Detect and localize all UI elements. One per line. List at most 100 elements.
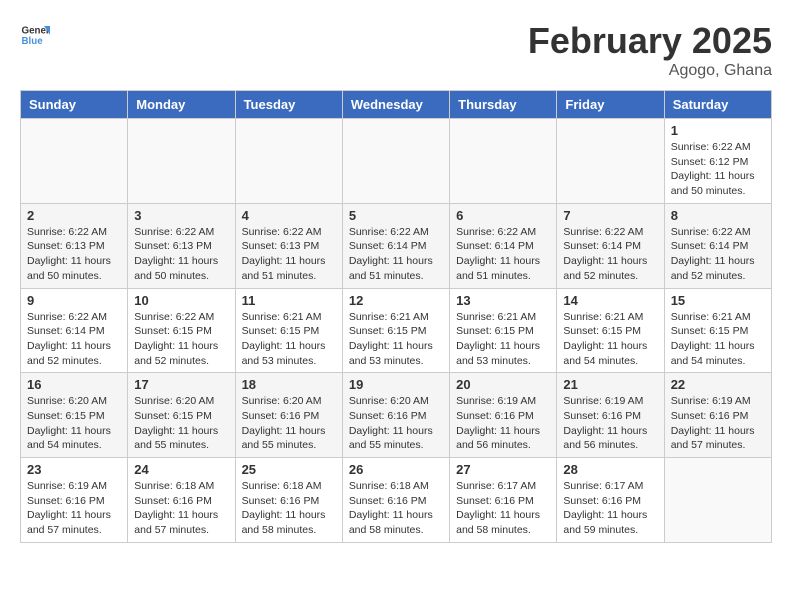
day-info: Sunrise: 6:21 AM Sunset: 6:15 PM Dayligh… bbox=[671, 310, 765, 369]
day-number: 18 bbox=[242, 377, 336, 392]
day-number: 19 bbox=[349, 377, 443, 392]
day-number: 17 bbox=[134, 377, 228, 392]
calendar-cell: 11Sunrise: 6:21 AM Sunset: 6:15 PM Dayli… bbox=[235, 288, 342, 373]
day-number: 8 bbox=[671, 208, 765, 223]
calendar-week-5: 23 Sunrise: 6:19 AM Sunset: 6:16 PM Dayli… bbox=[21, 458, 772, 543]
col-tuesday: Tuesday bbox=[235, 91, 342, 119]
day-number: 14 bbox=[563, 293, 657, 308]
calendar-cell: 1Sunrise: 6:22 AM Sunset: 6:12 PM Daylig… bbox=[664, 119, 771, 204]
col-wednesday: Wednesday bbox=[342, 91, 449, 119]
calendar-week-3: 9 Sunrise: 6:22 AM Sunset: 6:14 PM Daylig… bbox=[21, 288, 772, 373]
calendar-cell: 18Sunrise: 6:20 AM Sunset: 6:16 PM Dayli… bbox=[235, 373, 342, 458]
calendar-cell bbox=[21, 119, 128, 204]
day-info: Sunrise: 6:22 AM Sunset: 6:14 PM Dayligh… bbox=[456, 225, 550, 284]
day-number: 2 bbox=[27, 208, 121, 223]
day-number: 23 bbox=[27, 462, 121, 477]
day-info: Sunrise: 6:18 AM Sunset: 6:16 PM Dayligh… bbox=[349, 479, 443, 538]
day-info: Sunrise: 6:22 AM Sunset: 6:13 PM Dayligh… bbox=[134, 225, 228, 284]
calendar-cell: 12 Sunrise: 6:21 AM Sunset: 6:15 PM Dayli… bbox=[342, 288, 449, 373]
calendar-cell: 21 Sunrise: 6:19 AM Sunset: 6:16 PM Dayli… bbox=[557, 373, 664, 458]
day-info: Sunrise: 6:19 AM Sunset: 6:16 PM Dayligh… bbox=[671, 394, 765, 453]
calendar-week-4: 16 Sunrise: 6:20 AM Sunset: 6:15 PM Dayli… bbox=[21, 373, 772, 458]
calendar-cell bbox=[557, 119, 664, 204]
calendar-cell: 25Sunrise: 6:18 AM Sunset: 6:16 PM Dayli… bbox=[235, 458, 342, 543]
day-info: Sunrise: 6:22 AM Sunset: 6:14 PM Dayligh… bbox=[671, 225, 765, 284]
day-info: Sunrise: 6:17 AM Sunset: 6:16 PM Dayligh… bbox=[563, 479, 657, 538]
calendar-cell: 2 Sunrise: 6:22 AM Sunset: 6:13 PM Daylig… bbox=[21, 203, 128, 288]
calendar-cell: 16 Sunrise: 6:20 AM Sunset: 6:15 PM Dayli… bbox=[21, 373, 128, 458]
day-number: 26 bbox=[349, 462, 443, 477]
month-title: February 2025 bbox=[528, 20, 772, 62]
day-number: 3 bbox=[134, 208, 228, 223]
day-number: 27 bbox=[456, 462, 550, 477]
calendar-cell: 15 Sunrise: 6:21 AM Sunset: 6:15 PM Dayli… bbox=[664, 288, 771, 373]
day-info: Sunrise: 6:22 AM Sunset: 6:14 PM Dayligh… bbox=[27, 310, 121, 369]
day-info: Sunrise: 6:22 AM Sunset: 6:13 PM Dayligh… bbox=[27, 225, 121, 284]
calendar-cell: 7Sunrise: 6:22 AM Sunset: 6:14 PM Daylig… bbox=[557, 203, 664, 288]
calendar-cell: 22 Sunrise: 6:19 AM Sunset: 6:16 PM Dayli… bbox=[664, 373, 771, 458]
calendar-table: Sunday Monday Tuesday Wednesday Thursday… bbox=[20, 90, 772, 543]
calendar-cell: 13 Sunrise: 6:21 AM Sunset: 6:15 PM Dayli… bbox=[450, 288, 557, 373]
day-number: 16 bbox=[27, 377, 121, 392]
calendar-cell: 17 Sunrise: 6:20 AM Sunset: 6:15 PM Dayli… bbox=[128, 373, 235, 458]
title-area: February 2025 Agogo, Ghana bbox=[528, 20, 772, 80]
header-row: Sunday Monday Tuesday Wednesday Thursday… bbox=[21, 91, 772, 119]
calendar-cell: 8 Sunrise: 6:22 AM Sunset: 6:14 PM Daylig… bbox=[664, 203, 771, 288]
day-info: Sunrise: 6:21 AM Sunset: 6:15 PM Dayligh… bbox=[563, 310, 657, 369]
day-number: 13 bbox=[456, 293, 550, 308]
day-info: Sunrise: 6:20 AM Sunset: 6:15 PM Dayligh… bbox=[134, 394, 228, 453]
calendar-cell: 19 Sunrise: 6:20 AM Sunset: 6:16 PM Dayli… bbox=[342, 373, 449, 458]
calendar-cell: 9 Sunrise: 6:22 AM Sunset: 6:14 PM Daylig… bbox=[21, 288, 128, 373]
day-number: 11 bbox=[242, 293, 336, 308]
calendar-cell bbox=[128, 119, 235, 204]
calendar-cell: 27Sunrise: 6:17 AM Sunset: 6:16 PM Dayli… bbox=[450, 458, 557, 543]
col-monday: Monday bbox=[128, 91, 235, 119]
svg-text:Blue: Blue bbox=[22, 36, 44, 47]
calendar-cell: 10Sunrise: 6:22 AM Sunset: 6:15 PM Dayli… bbox=[128, 288, 235, 373]
col-sunday: Sunday bbox=[21, 91, 128, 119]
day-info: Sunrise: 6:19 AM Sunset: 6:16 PM Dayligh… bbox=[563, 394, 657, 453]
day-info: Sunrise: 6:20 AM Sunset: 6:15 PM Dayligh… bbox=[27, 394, 121, 453]
location-subtitle: Agogo, Ghana bbox=[528, 62, 772, 80]
day-number: 1 bbox=[671, 123, 765, 138]
calendar-cell: 3 Sunrise: 6:22 AM Sunset: 6:13 PM Daylig… bbox=[128, 203, 235, 288]
calendar-cell bbox=[664, 458, 771, 543]
calendar-cell: 5 Sunrise: 6:22 AM Sunset: 6:14 PM Daylig… bbox=[342, 203, 449, 288]
calendar-cell bbox=[450, 119, 557, 204]
day-number: 9 bbox=[27, 293, 121, 308]
day-info: Sunrise: 6:20 AM Sunset: 6:16 PM Dayligh… bbox=[349, 394, 443, 453]
calendar-cell: 28 Sunrise: 6:17 AM Sunset: 6:16 PM Dayli… bbox=[557, 458, 664, 543]
day-number: 6 bbox=[456, 208, 550, 223]
col-thursday: Thursday bbox=[450, 91, 557, 119]
day-number: 22 bbox=[671, 377, 765, 392]
calendar-cell: 24Sunrise: 6:18 AM Sunset: 6:16 PM Dayli… bbox=[128, 458, 235, 543]
day-number: 12 bbox=[349, 293, 443, 308]
day-info: Sunrise: 6:21 AM Sunset: 6:15 PM Dayligh… bbox=[456, 310, 550, 369]
calendar-cell: 6 Sunrise: 6:22 AM Sunset: 6:14 PM Daylig… bbox=[450, 203, 557, 288]
calendar-cell: 23 Sunrise: 6:19 AM Sunset: 6:16 PM Dayli… bbox=[21, 458, 128, 543]
day-number: 15 bbox=[671, 293, 765, 308]
calendar-cell: 20Sunrise: 6:19 AM Sunset: 6:16 PM Dayli… bbox=[450, 373, 557, 458]
day-number: 21 bbox=[563, 377, 657, 392]
header: General Blue February 2025 Agogo, Ghana bbox=[20, 20, 772, 80]
day-info: Sunrise: 6:18 AM Sunset: 6:16 PM Dayligh… bbox=[242, 479, 336, 538]
calendar-week-1: 1Sunrise: 6:22 AM Sunset: 6:12 PM Daylig… bbox=[21, 119, 772, 204]
calendar-cell bbox=[342, 119, 449, 204]
col-saturday: Saturday bbox=[664, 91, 771, 119]
logo-icon: General Blue bbox=[20, 20, 50, 50]
calendar-cell bbox=[235, 119, 342, 204]
calendar-cell: 4Sunrise: 6:22 AM Sunset: 6:13 PM Daylig… bbox=[235, 203, 342, 288]
logo: General Blue bbox=[20, 20, 50, 50]
day-number: 10 bbox=[134, 293, 228, 308]
calendar-cell: 14 Sunrise: 6:21 AM Sunset: 6:15 PM Dayli… bbox=[557, 288, 664, 373]
day-number: 7 bbox=[563, 208, 657, 223]
day-info: Sunrise: 6:21 AM Sunset: 6:15 PM Dayligh… bbox=[349, 310, 443, 369]
day-info: Sunrise: 6:19 AM Sunset: 6:16 PM Dayligh… bbox=[456, 394, 550, 453]
col-friday: Friday bbox=[557, 91, 664, 119]
day-number: 28 bbox=[563, 462, 657, 477]
day-info: Sunrise: 6:22 AM Sunset: 6:14 PM Dayligh… bbox=[349, 225, 443, 284]
day-number: 4 bbox=[242, 208, 336, 223]
day-number: 24 bbox=[134, 462, 228, 477]
day-number: 5 bbox=[349, 208, 443, 223]
day-info: Sunrise: 6:19 AM Sunset: 6:16 PM Dayligh… bbox=[27, 479, 121, 538]
